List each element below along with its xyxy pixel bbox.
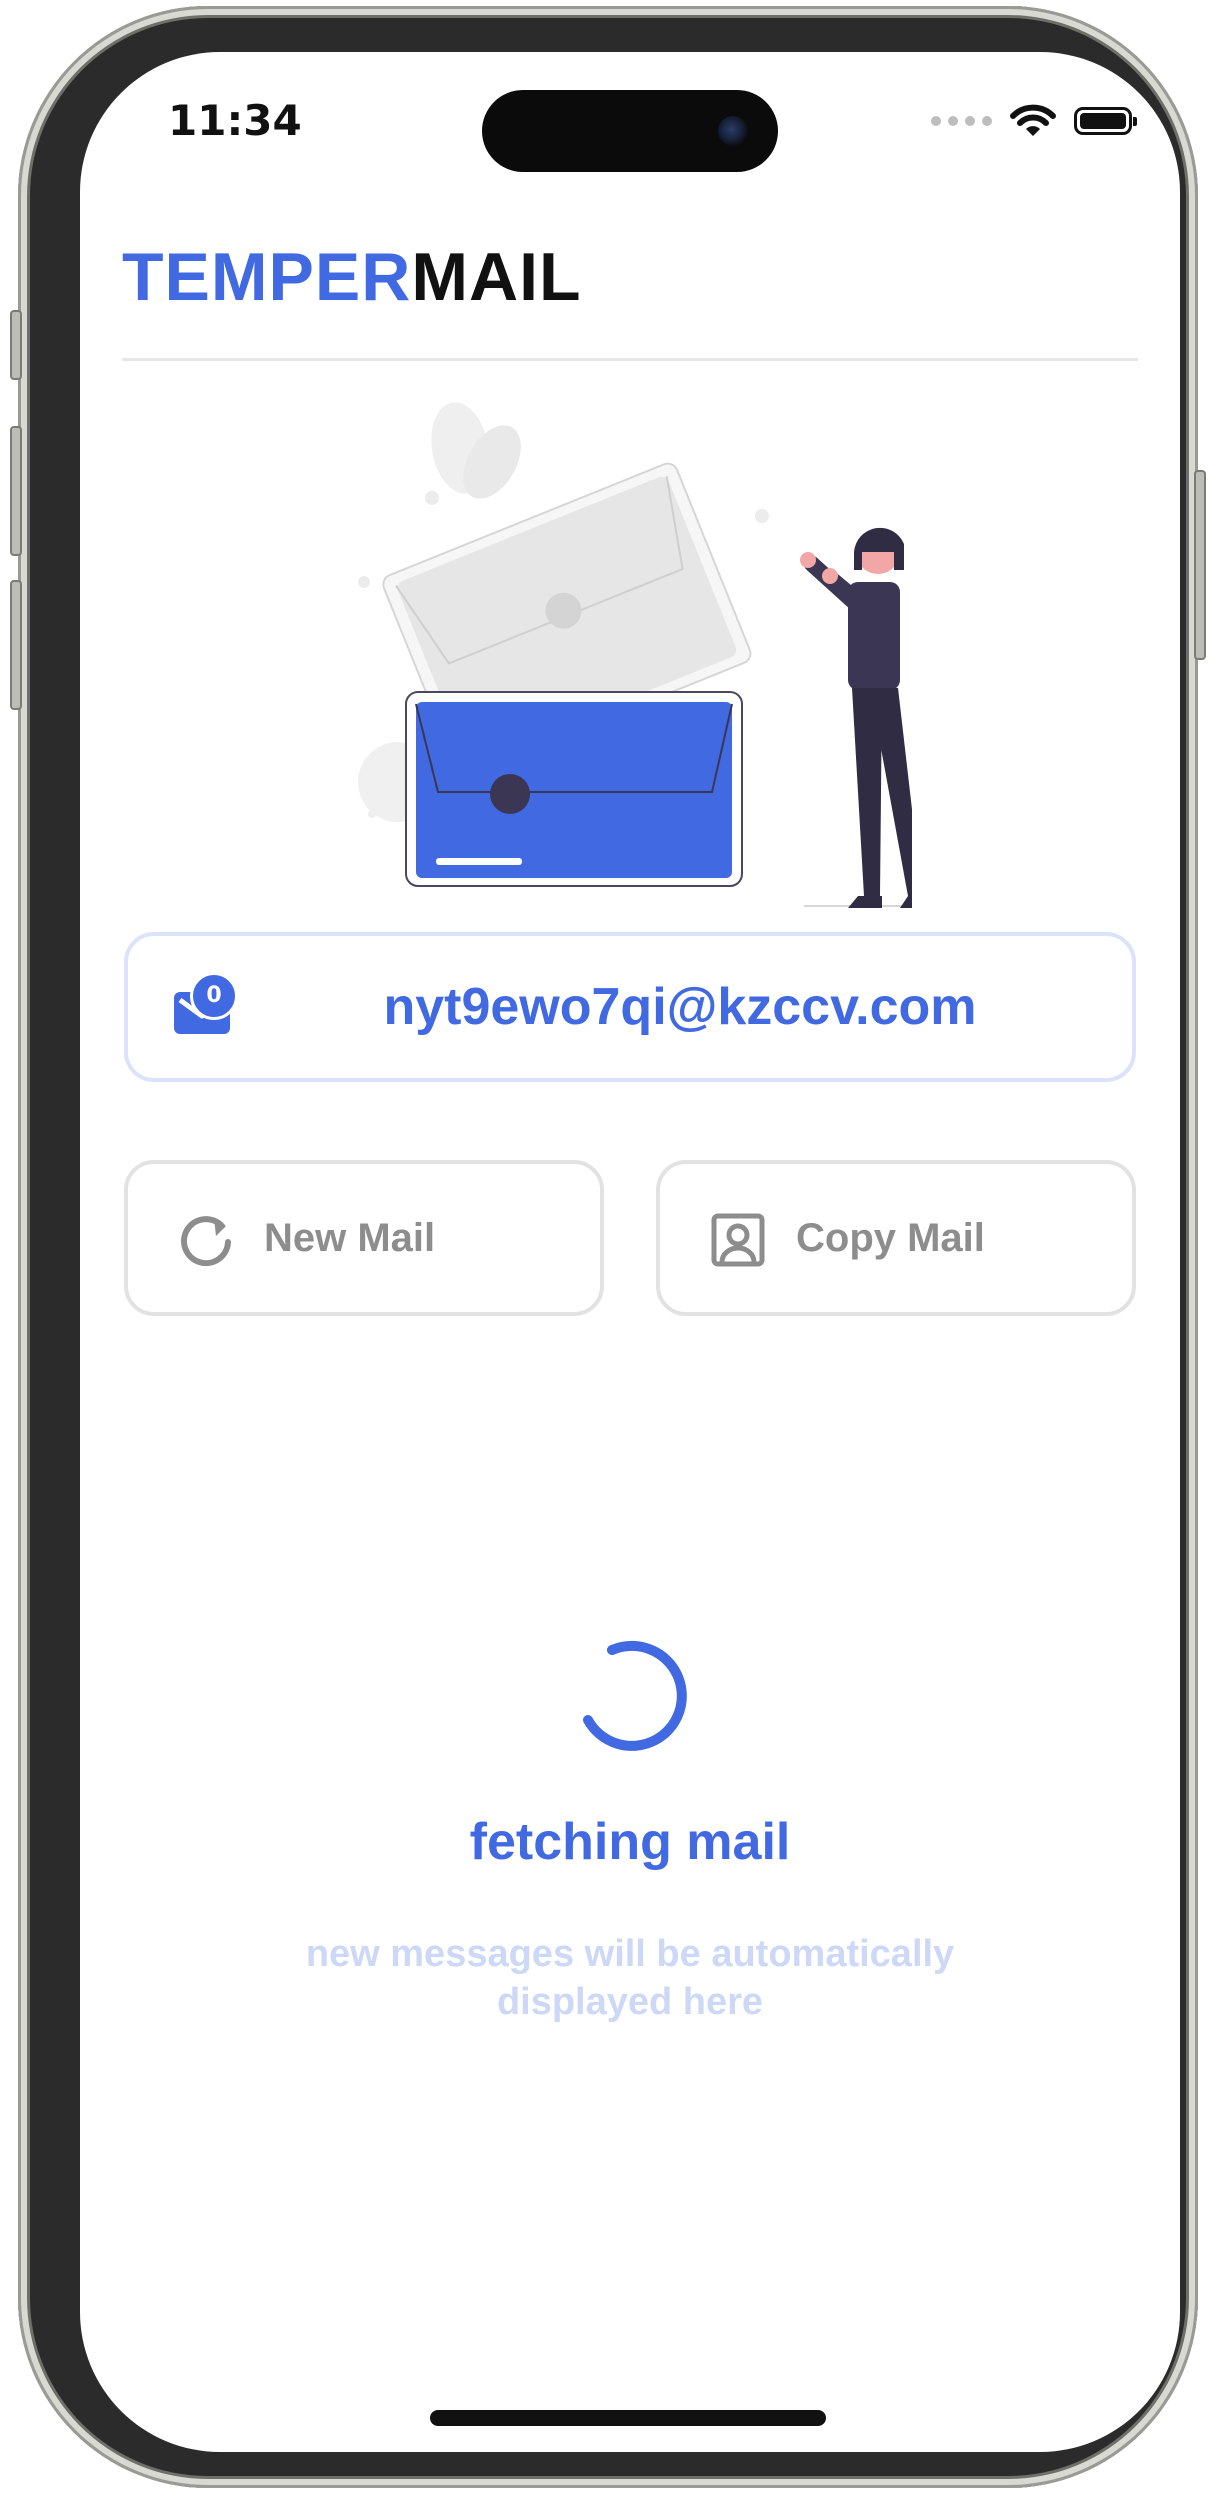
copy-mail-button[interactable]: Copy Mail — [656, 1160, 1136, 1316]
status-time: 11:34 — [168, 96, 302, 145]
mailbox-illustration — [358, 402, 912, 908]
logo-mail: MAIL — [411, 239, 582, 315]
inbox-badge: 0 — [172, 972, 238, 1036]
wifi-icon — [1010, 104, 1056, 136]
fetching-status-subtitle: new messages will be automatically displ… — [305, 1933, 955, 2023]
fetching-status-title: fetching mail — [469, 1813, 791, 1871]
email-address[interactable]: nyt9ewo7qi@kzccv.com — [268, 936, 1092, 1078]
loading-spinner-icon — [583, 1640, 687, 1751]
status-icons — [931, 104, 1137, 138]
email-address-card[interactable]: 0 nyt9ewo7qi@kzccv.com — [124, 932, 1136, 1082]
cellular-dots-icon — [931, 116, 992, 126]
contact-card-icon — [711, 1213, 765, 1267]
action-button — [10, 310, 22, 380]
new-mail-button[interactable]: New Mail — [124, 1160, 604, 1316]
header-divider — [122, 358, 1138, 361]
camera-icon — [718, 116, 748, 146]
volume-down-button — [10, 580, 22, 710]
battery-icon — [1074, 107, 1137, 135]
unread-count-badge: 0 — [190, 972, 238, 1020]
volume-up-button — [10, 426, 22, 556]
logo-temper: TEMPER — [122, 239, 412, 315]
copy-mail-label: Copy Mail — [796, 1215, 985, 1260]
app-screen: 11:34 TEMPERMAIL 0 nyt9ewo7qi@kzccv.com … — [80, 52, 1180, 2452]
home-indicator[interactable] — [430, 2410, 826, 2426]
app-logo: TEMPERMAIL — [122, 238, 582, 316]
new-mail-label: New Mail — [264, 1215, 436, 1260]
dynamic-island — [482, 90, 778, 172]
refresh-icon — [181, 1216, 231, 1267]
phone-frame: 11:34 TEMPERMAIL 0 nyt9ewo7qi@kzccv.com … — [10, 6, 1206, 2488]
power-button — [1194, 470, 1206, 660]
